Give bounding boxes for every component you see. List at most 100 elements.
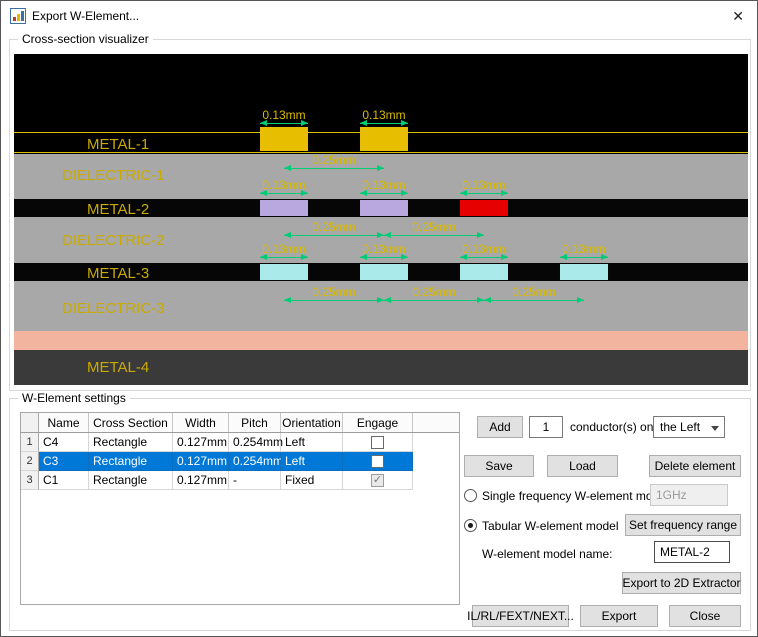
app-icon (10, 8, 26, 24)
cell-engage (343, 433, 413, 452)
cell-pitch: 0.254mm (229, 452, 281, 471)
row-number[interactable]: 3 (21, 471, 39, 490)
single-frequency-label: Single frequency W-element model (482, 489, 669, 503)
chevron-down-icon (711, 426, 719, 431)
dim-pitch-arrow (284, 235, 384, 236)
conductor-count-input[interactable]: 1 (529, 416, 563, 438)
table-row[interactable]: 1 C4 Rectangle 0.127mm 0.254mm Left (21, 433, 459, 452)
conductor-table: Name Cross Section Width Pitch Orientati… (20, 412, 460, 605)
cell-pitch: 0.254mm (229, 433, 281, 452)
engage-checkbox[interactable] (371, 436, 384, 449)
row-number[interactable]: 1 (21, 433, 39, 452)
cell-cross-section: Rectangle (89, 433, 173, 452)
table-header: Name Cross Section Width Pitch Orientati… (21, 413, 459, 433)
cell-cross-section: Rectangle (89, 471, 173, 490)
single-frequency-radio[interactable] (464, 489, 477, 502)
col-header-engage[interactable]: Engage (343, 413, 413, 432)
metal4-label: METAL-4 (87, 359, 149, 376)
load-button[interactable]: Load (547, 455, 618, 477)
dim-width-arrow (560, 257, 608, 258)
col-header-pitch[interactable]: Pitch (229, 413, 281, 432)
dielectric2-label: DIELECTRIC-2 (62, 232, 165, 249)
substrate-band (14, 331, 748, 350)
cross-section-canvas: METAL-1 DIELECTRIC-1 METAL-2 DIELECTRIC-… (14, 54, 748, 385)
table-corner (21, 413, 39, 432)
w-element-settings-group-label: W-Element settings (18, 391, 130, 405)
cell-name: C1 (39, 471, 89, 490)
titlebar: Export W-Element... ✕ (1, 1, 757, 31)
cell-orientation: Left (281, 452, 343, 471)
dim-pitch-label: 0.25mm (284, 285, 384, 299)
col-header-width[interactable]: Width (173, 413, 229, 432)
cell-pitch: - (229, 471, 281, 490)
w-element-settings-group: W-Element settings Name Cross Section Wi… (9, 398, 751, 631)
dim-pitch-arrow (284, 168, 384, 169)
dim-width-arrow (360, 123, 408, 124)
tabular-model-label: Tabular W-element model (482, 519, 619, 533)
metal3-label: METAL-3 (87, 265, 149, 282)
cell-engage (343, 471, 413, 490)
save-button[interactable]: Save (464, 455, 534, 477)
dim-width-arrow (360, 257, 408, 258)
il-rl-fext-next-button[interactable]: IL/RL/FEXT/NEXT... (472, 605, 569, 627)
dielectric3-label: DIELECTRIC-3 (62, 300, 165, 317)
model-name-label: W-element model name: (482, 547, 613, 561)
set-frequency-range-button[interactable]: Set frequency range (625, 514, 741, 536)
dim-pitch-arrow (384, 235, 484, 236)
row-number[interactable]: 2 (21, 452, 39, 471)
metal3-conductor[interactable] (560, 264, 608, 280)
metal1-label: METAL-1 (87, 136, 149, 153)
model-name-input[interactable]: METAL-2 (654, 541, 730, 563)
side-dropdown-value: the Left (660, 420, 700, 434)
tabular-model-radio[interactable] (464, 519, 477, 532)
metal1-conductor[interactable] (260, 127, 308, 151)
dim-pitch-label: 0.25mm (484, 285, 584, 299)
close-icon[interactable]: ✕ (732, 8, 744, 24)
dim-pitch-arrow (284, 300, 384, 301)
engage-checkbox (371, 474, 384, 487)
close-button[interactable]: Close (669, 605, 741, 627)
cross-section-group-label: Cross-section visualizer (18, 32, 153, 46)
metal3-conductor[interactable] (260, 264, 308, 280)
export-w-element-dialog: Export W-Element... ✕ Cross-section visu… (0, 0, 758, 637)
side-dropdown[interactable]: the Left (653, 416, 725, 438)
dim-pitch-label: 0.25mm (284, 220, 384, 234)
col-header-cross-section[interactable]: Cross Section (89, 413, 173, 432)
cell-engage (343, 452, 413, 471)
dim-pitch-arrow (384, 300, 484, 301)
dim-width-arrow (360, 193, 408, 194)
dim-width-arrow (460, 257, 508, 258)
conductors-on-label: conductor(s) on (570, 420, 653, 434)
table-row[interactable]: 3 C1 Rectangle 0.127mm - Fixed (21, 471, 459, 490)
dim-pitch-label: 0.25mm (384, 285, 484, 299)
metal3-conductor[interactable] (460, 264, 508, 280)
cell-width: 0.127mm (173, 471, 229, 490)
metal3-conductor[interactable] (360, 264, 408, 280)
window-title: Export W-Element... (32, 9, 139, 23)
col-header-orientation[interactable]: Orientation (281, 413, 343, 432)
add-button[interactable]: Add (477, 416, 523, 438)
table-row-selected[interactable]: 2 C3 Rectangle 0.127mm 0.254mm Left (21, 452, 459, 471)
col-header-name[interactable]: Name (39, 413, 89, 432)
cell-name: C4 (39, 433, 89, 452)
export-button[interactable]: Export (580, 605, 658, 627)
metal2-label: METAL-2 (87, 201, 149, 218)
dim-pitch-arrow (484, 300, 584, 301)
dim-width-arrow (260, 193, 308, 194)
metal2-conductor[interactable] (360, 200, 408, 216)
cell-orientation: Left (281, 433, 343, 452)
app-icon-graphic (10, 8, 26, 24)
cell-width: 0.127mm (173, 452, 229, 471)
frequency-input: 1GHz (650, 484, 728, 506)
metal1-conductor[interactable] (360, 127, 408, 151)
dim-pitch-label: 0.25mm (384, 220, 484, 234)
delete-element-button[interactable]: Delete element (649, 455, 741, 477)
cell-name: C3 (39, 452, 89, 471)
engage-checkbox[interactable] (371, 455, 384, 468)
metal2-conductor[interactable] (260, 200, 308, 216)
dim-width-arrow (260, 257, 308, 258)
export-2d-extractor-button[interactable]: Export to 2D Extractor (622, 572, 741, 594)
cross-section-group: Cross-section visualizer (9, 39, 751, 391)
dim-pitch-label: 0.25mm (284, 153, 384, 167)
metal2-conductor-highlighted[interactable] (460, 200, 508, 216)
